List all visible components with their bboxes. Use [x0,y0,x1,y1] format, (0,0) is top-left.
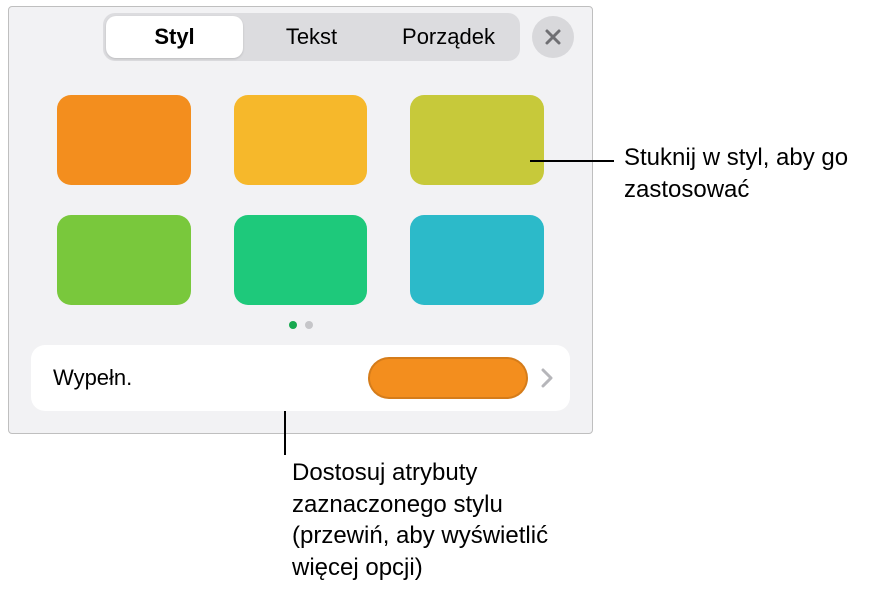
page-dot[interactable] [305,321,313,329]
style-swatch[interactable] [410,215,544,305]
callout-leader [530,160,614,162]
panel-header: Styl Tekst Porządek [9,7,592,67]
style-swatch[interactable] [234,215,368,305]
callout-leader [284,411,286,455]
callout-swatch: Stuknij w styl, aby go zastosować [624,142,854,205]
fill-color-preview [368,357,528,399]
tab-text[interactable]: Tekst [243,16,380,58]
page-indicator [9,319,592,339]
tab-style[interactable]: Styl [106,16,243,58]
style-swatch[interactable] [57,215,191,305]
style-swatch[interactable] [410,95,544,185]
close-icon [544,28,562,46]
style-swatch[interactable] [234,95,368,185]
fill-row[interactable]: Wypełn. [31,345,570,411]
tab-order[interactable]: Porządek [380,16,517,58]
callout-fill: Dostosuj atrybuty zaznaczonego stylu (pr… [292,457,572,584]
page-dot[interactable] [289,321,297,329]
style-swatch[interactable] [57,95,191,185]
tab-bar: Styl Tekst Porządek [103,13,520,61]
style-swatch-grid [9,67,592,319]
chevron-right-icon [540,367,554,389]
fill-label: Wypełn. [53,365,368,391]
format-panel: Styl Tekst Porządek Wypełn. [8,6,593,434]
close-button[interactable] [532,16,574,58]
